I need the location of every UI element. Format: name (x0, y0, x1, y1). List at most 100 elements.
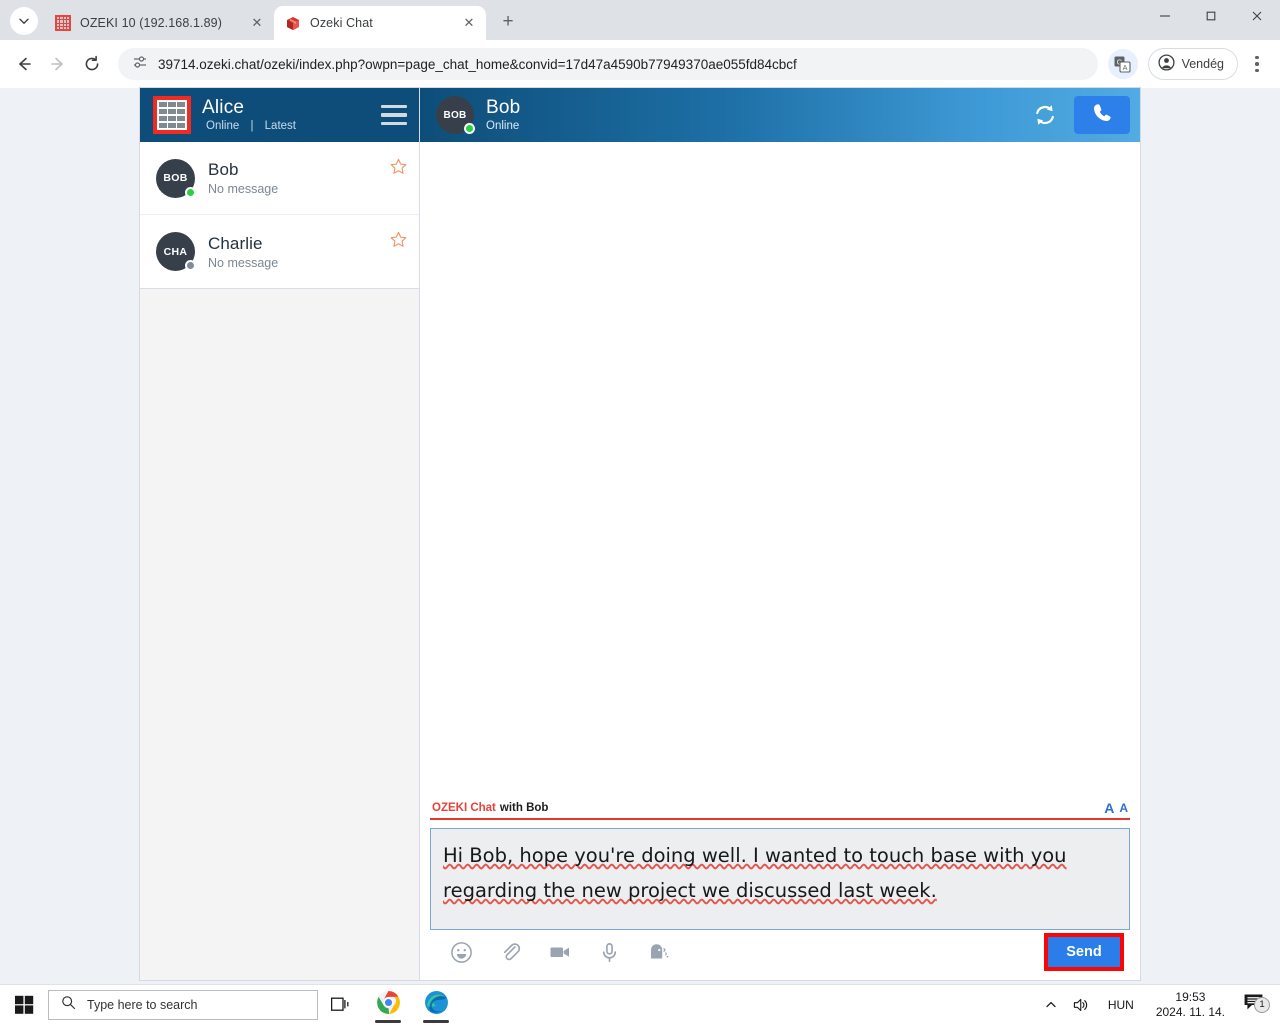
star-icon[interactable] (390, 158, 407, 178)
tab-search-chevron-icon[interactable] (10, 7, 38, 35)
phone-icon (1091, 102, 1113, 129)
contact-item-charlie[interactable]: CHA Charlie No message (140, 215, 419, 288)
taskbar-app-edge[interactable] (412, 985, 460, 1025)
message-input-text: Hi Bob, hope you're doing well. I wanted… (443, 844, 1067, 902)
chat-peer-identity: Bob Online (486, 97, 1016, 134)
meta-separator: | (250, 119, 254, 132)
emoji-icon[interactable] (450, 941, 473, 964)
video-icon[interactable] (548, 940, 572, 964)
chrome-icon (376, 990, 401, 1020)
chat-peer-status: Online (486, 119, 520, 132)
window-controls (1142, 0, 1280, 40)
profile-button[interactable]: Vendég (1147, 48, 1238, 80)
new-tab-button[interactable]: + (494, 8, 522, 36)
browser-window: OZEKI 10 (192.168.1.89) ✕ Ozeki Chat ✕ + (0, 0, 1280, 984)
send-button[interactable]: Send (1048, 937, 1120, 967)
browser-menu-icon[interactable] (1242, 48, 1272, 80)
avatar: CHA (156, 232, 196, 271)
notification-badge: 1 (1254, 996, 1270, 1013)
contact-preview: No message (208, 255, 279, 270)
browser-tab-ozeki-chat[interactable]: Ozeki Chat ✕ (274, 6, 486, 40)
presence-dot-online (185, 186, 196, 198)
volume-icon[interactable] (1065, 985, 1098, 1025)
avatar-initials: BOB (443, 109, 467, 121)
font-size-increase-button[interactable]: A (1104, 801, 1114, 815)
address-bar[interactable]: 39714.ozeki.chat/ozeki/index.php?owpn=pa… (118, 48, 1098, 80)
search-placeholder: Type here to search (87, 997, 198, 1012)
send-button-highlight: Send (1044, 933, 1124, 971)
tab-title: OZEKI 10 (192.168.1.89) (80, 16, 222, 30)
avatar-icon (1158, 54, 1175, 74)
chat-peer-name: Bob (486, 96, 521, 118)
start-button-icon[interactable] (0, 985, 48, 1025)
windows-taskbar: Type here to search HUN 19:53 2024. 11. … (0, 984, 1280, 1024)
contact-name: Charlie (208, 233, 263, 253)
sidebar-header: Alice Online | Latest (140, 88, 419, 142)
forward-button-icon[interactable] (42, 48, 74, 80)
taskbar-app-chrome[interactable] (364, 985, 412, 1025)
taskbar-search-input[interactable]: Type here to search (48, 989, 318, 1020)
clock[interactable]: 19:53 2024. 11. 14. (1144, 990, 1237, 1020)
contact-text: Charlie No message (208, 233, 377, 271)
show-hidden-icons-icon[interactable] (1037, 985, 1065, 1025)
notification-center-button[interactable]: 1 (1237, 993, 1276, 1017)
contact-list: BOB Bob No message CHA Charlie No messag… (140, 142, 419, 289)
back-button-icon[interactable] (8, 48, 40, 80)
ozeki10-grid-icon (55, 15, 71, 31)
profile-label: Vendég (1181, 57, 1224, 71)
reload-button-icon[interactable] (76, 48, 108, 80)
ozeki-cube-icon (285, 15, 301, 31)
window-close-button[interactable] (1234, 0, 1280, 32)
presence-dot-online (464, 123, 475, 134)
svg-text:A: A (1123, 63, 1128, 72)
composer-toolbar: Send (430, 930, 1130, 974)
font-size-decrease-button[interactable]: A (1119, 801, 1128, 815)
ozeki-chat-app: Alice Online | Latest BOB Bob No message… (140, 88, 1140, 980)
attachment-icon[interactable] (499, 941, 522, 964)
address-bar-url: 39714.ozeki.chat/ozeki/index.php?owpn=pa… (158, 56, 797, 72)
language-indicator[interactable]: HUN (1098, 998, 1144, 1012)
search-icon (61, 995, 76, 1015)
chat-header: BOB Bob Online (420, 88, 1140, 142)
message-history[interactable] (420, 142, 1140, 797)
composer-brand: OZEKI Chat (432, 802, 496, 814)
app-running-indicator (375, 1019, 401, 1023)
tab-close-icon[interactable]: ✕ (460, 14, 478, 32)
browser-tab-ozeki10[interactable]: OZEKI 10 (192.168.1.89) ✕ (44, 6, 274, 40)
tab-close-icon[interactable]: ✕ (248, 14, 266, 32)
avatar-initials: BOB (163, 172, 188, 184)
contacts-filter[interactable]: Latest (265, 120, 296, 132)
window-maximize-button[interactable] (1188, 0, 1234, 32)
sidebar-empty-area (140, 289, 419, 980)
translate-icon[interactable]: G A (1107, 49, 1138, 79)
browser-toolbar: 39714.ozeki.chat/ozeki/index.php?owpn=pa… (0, 40, 1280, 88)
task-view-icon[interactable] (318, 985, 364, 1025)
ozeki-logo-icon (153, 96, 191, 134)
composer-recipient: with Bob (499, 802, 549, 814)
site-settings-icon[interactable] (132, 54, 148, 75)
text-to-speech-icon[interactable] (647, 940, 671, 964)
app-running-indicator (423, 1019, 449, 1023)
call-button[interactable] (1074, 96, 1130, 134)
message-input[interactable]: Hi Bob, hope you're doing well. I wanted… (430, 828, 1130, 930)
contact-preview: No message (208, 182, 279, 196)
current-user-status: Online (206, 119, 240, 132)
star-icon[interactable] (390, 231, 407, 251)
avatar-initials: CHA (163, 245, 188, 258)
refresh-icon[interactable] (1028, 98, 1062, 132)
clock-time: 19:53 (1175, 989, 1206, 1004)
current-user-identity: Alice Online | Latest (202, 97, 370, 134)
tab-strip: OZEKI 10 (192.168.1.89) ✕ Ozeki Chat ✕ + (0, 0, 1280, 40)
contacts-sidebar: Alice Online | Latest BOB Bob No message… (140, 88, 420, 980)
contact-name: Bob (208, 160, 239, 179)
tab-title: Ozeki Chat (310, 16, 373, 30)
microphone-icon[interactable] (598, 941, 621, 964)
contact-text: Bob No message (208, 159, 377, 197)
hamburger-menu-icon[interactable] (381, 104, 407, 126)
edge-icon (424, 990, 449, 1020)
window-minimize-button[interactable] (1142, 0, 1188, 32)
clock-date: 2024. 11. 14. (1155, 1004, 1225, 1019)
avatar: BOB (436, 96, 475, 134)
avatar: BOB (156, 158, 196, 198)
contact-item-bob[interactable]: BOB Bob No message (140, 142, 419, 215)
